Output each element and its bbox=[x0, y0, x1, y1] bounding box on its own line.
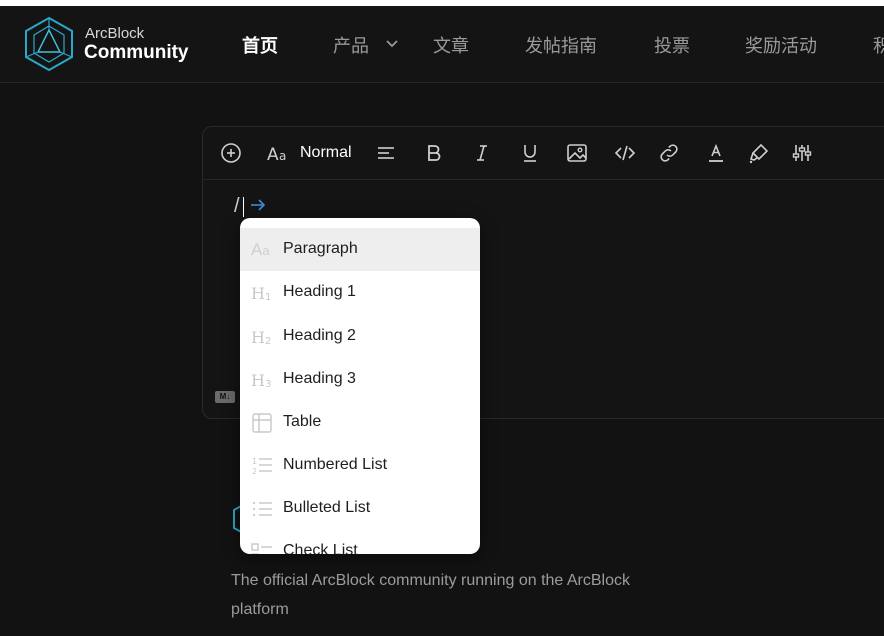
arcblock-logo[interactable] bbox=[24, 16, 74, 72]
align-icon[interactable] bbox=[374, 141, 398, 165]
bold-icon[interactable] bbox=[422, 141, 446, 165]
text-caret bbox=[243, 197, 244, 217]
menu-item-label: Numbered List bbox=[283, 456, 388, 473]
menu-item-numbered-list[interactable]: 12 Numbered List bbox=[240, 444, 480, 487]
menu-item-label: Heading 2 bbox=[283, 327, 356, 344]
menu-item-label: Bulleted List bbox=[283, 499, 371, 516]
nav-rewards[interactable]: 奖励活动 bbox=[745, 32, 817, 58]
nav-more[interactable]: 积 bbox=[873, 32, 884, 58]
add-circle-icon[interactable] bbox=[219, 141, 243, 165]
arrow-right-icon bbox=[251, 199, 266, 211]
heading-1-icon: H1 bbox=[251, 284, 272, 303]
paragraph-icon: Aa bbox=[251, 240, 270, 259]
code-icon[interactable] bbox=[613, 141, 637, 165]
menu-item-label: Heading 3 bbox=[283, 370, 356, 387]
menu-item-check-list[interactable]: Check List bbox=[240, 530, 480, 554]
text-style-select[interactable]: Normal bbox=[300, 144, 352, 162]
nav-posting-guide[interactable]: 发帖指南 bbox=[525, 32, 597, 58]
image-icon[interactable] bbox=[565, 141, 589, 165]
underline-icon[interactable] bbox=[518, 141, 542, 165]
menu-item-label: Check List bbox=[283, 542, 358, 554]
menu-item-label: Heading 1 bbox=[283, 283, 356, 300]
text-color-icon[interactable] bbox=[704, 141, 728, 165]
brand-name-top: ArcBlock bbox=[85, 25, 145, 42]
settings-sliders-icon[interactable] bbox=[790, 141, 814, 165]
highlight-icon[interactable] bbox=[747, 141, 771, 165]
menu-item-paragraph[interactable]: Aa Paragraph bbox=[240, 228, 480, 271]
chevron-down-icon[interactable] bbox=[385, 39, 399, 49]
heading-3-icon: H3 bbox=[251, 371, 272, 390]
editor-typed-text[interactable]: / bbox=[234, 195, 240, 218]
menu-item-heading-3[interactable]: H3 Heading 3 bbox=[240, 358, 480, 401]
editor-toolbar: Aa Normal bbox=[203, 127, 884, 180]
svg-text:A: A bbox=[267, 145, 279, 165]
svg-text:2: 2 bbox=[252, 467, 257, 476]
menu-item-heading-1[interactable]: H1 Heading 1 bbox=[240, 271, 480, 314]
menu-item-table[interactable]: Table bbox=[240, 401, 480, 444]
bulleted-list-icon bbox=[251, 498, 273, 520]
numbered-list-icon: 12 bbox=[251, 455, 273, 477]
menu-item-label: Paragraph bbox=[283, 240, 358, 257]
nav-products[interactable]: 产品 bbox=[333, 32, 369, 58]
brand-name-bottom: Community bbox=[84, 42, 189, 63]
check-list-icon bbox=[251, 541, 273, 554]
slash-command-menu: Aa Paragraph H1 Heading 1 H2 Heading 2 H… bbox=[240, 218, 480, 554]
table-icon bbox=[251, 412, 273, 434]
italic-icon[interactable] bbox=[470, 141, 494, 165]
heading-2-icon: H2 bbox=[251, 328, 272, 347]
nav-votes[interactable]: 投票 bbox=[654, 32, 690, 58]
menu-item-bulleted-list[interactable]: Bulleted List bbox=[240, 487, 480, 530]
menu-item-label: Table bbox=[283, 413, 322, 430]
markdown-icon[interactable]: M↓ bbox=[215, 391, 235, 403]
svg-text:1: 1 bbox=[252, 457, 257, 466]
svg-text:a: a bbox=[279, 149, 286, 163]
nav-home[interactable]: 首页 bbox=[242, 32, 278, 58]
link-icon[interactable] bbox=[657, 141, 681, 165]
site-header: ArcBlock Community 首页 产品 文章 发帖指南 投票 奖励活动… bbox=[0, 6, 884, 83]
menu-item-heading-2[interactable]: H2 Heading 2 bbox=[240, 315, 480, 358]
nav-articles[interactable]: 文章 bbox=[433, 32, 469, 58]
community-description: The official ArcBlock community running … bbox=[231, 572, 630, 618]
font-style-icon[interactable]: Aa bbox=[267, 141, 291, 165]
